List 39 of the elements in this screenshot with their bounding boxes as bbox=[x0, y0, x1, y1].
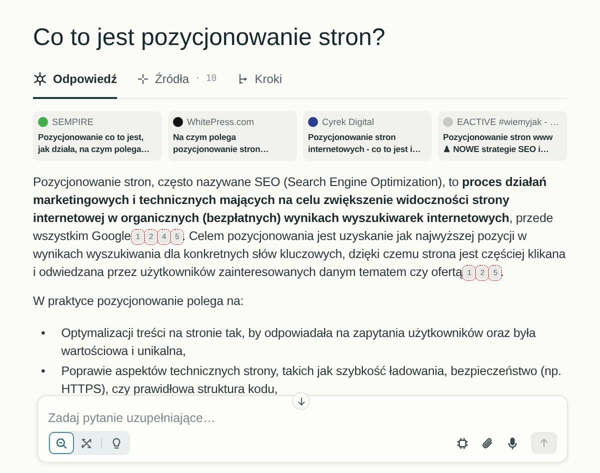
tab[interactable]: Źródła · 10 bbox=[137, 66, 217, 99]
search-icon bbox=[55, 436, 68, 450]
source-card[interactable]: Cyrek Digital Pozycjonowanie stron internetowych - co to jest i… bbox=[303, 111, 432, 161]
source-title: Pozycjonowanie stron www ♟ NOWE strategie SEO i… bbox=[443, 132, 554, 155]
attach-button[interactable] bbox=[481, 436, 494, 450]
bullet-marker: • bbox=[41, 363, 46, 380]
crossed-arrows-icon bbox=[80, 436, 93, 450]
source-title: Na czym polega pozycjonowanie stron… bbox=[173, 132, 270, 155]
source-title: Pozycjonowanie co to jest, jak działa, na czym polega… bbox=[38, 132, 151, 155]
source-card[interactable]: EACTIVE #wiemyjak - … Pozycjonowanie stron www ♟ NOWE strategie SEO i… bbox=[438, 111, 567, 161]
scroll-down-button[interactable] bbox=[292, 392, 310, 410]
source-card[interactable]: SEMPIRE Pozycjonowanie co to jest, jak działa, na czym polega… bbox=[33, 111, 162, 161]
source-site: EACTIVE #wiemyjak - … bbox=[457, 117, 560, 127]
list-item: Poprawie aspektów technicznych strony, takich jak szybkość ładowania, bezpieczeństwo (np. HTTPS), czy prawidłowa struktura kodu, bbox=[61, 363, 562, 398]
plus-icon bbox=[137, 73, 149, 85]
down-arrow-icon bbox=[296, 396, 306, 406]
search-mode-button[interactable] bbox=[49, 432, 74, 454]
asterisk-icon bbox=[33, 72, 47, 86]
answer-paragraph: W praktyce pozycjonowanie polega na: bbox=[33, 293, 245, 310]
source-site: WhitePress.com bbox=[187, 117, 254, 127]
source-site: SEMPIRE bbox=[52, 117, 94, 127]
paperclip-icon bbox=[481, 436, 494, 450]
list-item: Optymalizacji treści na stronie tak, by odpowiadała na zapytania użytkowników oraz była wartościowa i unikalna, bbox=[61, 325, 537, 360]
branch-icon bbox=[236, 73, 249, 85]
question-input[interactable]: Zadaj pytanie uzupełniające… bbox=[48, 411, 557, 425]
up-arrow-icon bbox=[538, 437, 550, 449]
chip-icon bbox=[456, 436, 469, 450]
mode-switch[interactable] bbox=[48, 431, 130, 455]
microphone-icon bbox=[506, 436, 519, 450]
source-card[interactable]: WhitePress.com Na czym polega pozycjonowanie stron… bbox=[168, 111, 297, 161]
tab[interactable]: Kroki bbox=[236, 66, 282, 99]
lightbulb-icon bbox=[110, 436, 123, 450]
bullet-marker: • bbox=[41, 325, 46, 342]
tab[interactable]: Odpowiedź bbox=[33, 66, 117, 99]
page-title: Co to jest pozycjonowanie stron? bbox=[33, 23, 386, 53]
source-site: Cyrek Digital bbox=[322, 117, 374, 127]
microphone-button[interactable] bbox=[506, 436, 519, 450]
chip-button[interactable] bbox=[456, 436, 469, 450]
source-title: Pozycjonowanie stron internetowych - co to jest i… bbox=[308, 132, 422, 155]
